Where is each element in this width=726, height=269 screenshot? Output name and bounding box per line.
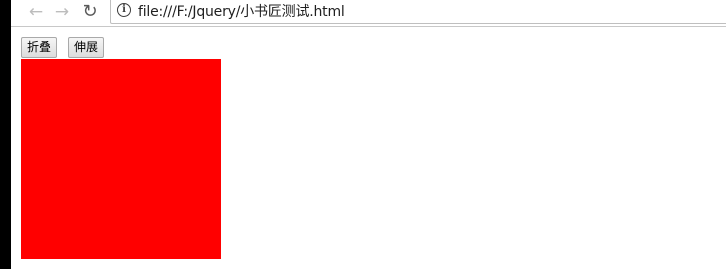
address-text[interactable]: file:///F:/Jquery/小书匠测试.html xyxy=(138,1,345,21)
browser-toolbar: ← → ↻ i file:///F:/Jquery/小书匠测试.html xyxy=(11,0,726,27)
red-box xyxy=(21,59,221,259)
address-bar[interactable]: i file:///F:/Jquery/小书匠测试.html xyxy=(110,0,726,24)
browser-window: ← → ↻ i file:///F:/Jquery/小书匠测试.html 折叠 … xyxy=(0,0,726,269)
expand-button[interactable]: 伸展 xyxy=(68,37,105,58)
reload-icon[interactable]: ↻ xyxy=(79,1,101,23)
page-content: 折叠 伸展 xyxy=(11,27,726,269)
forward-arrow-icon[interactable]: → xyxy=(51,1,73,23)
info-icon[interactable]: i xyxy=(117,3,131,17)
fold-button[interactable]: 折叠 xyxy=(21,37,58,58)
window-edge xyxy=(0,0,11,269)
back-arrow-icon[interactable]: ← xyxy=(25,1,47,23)
